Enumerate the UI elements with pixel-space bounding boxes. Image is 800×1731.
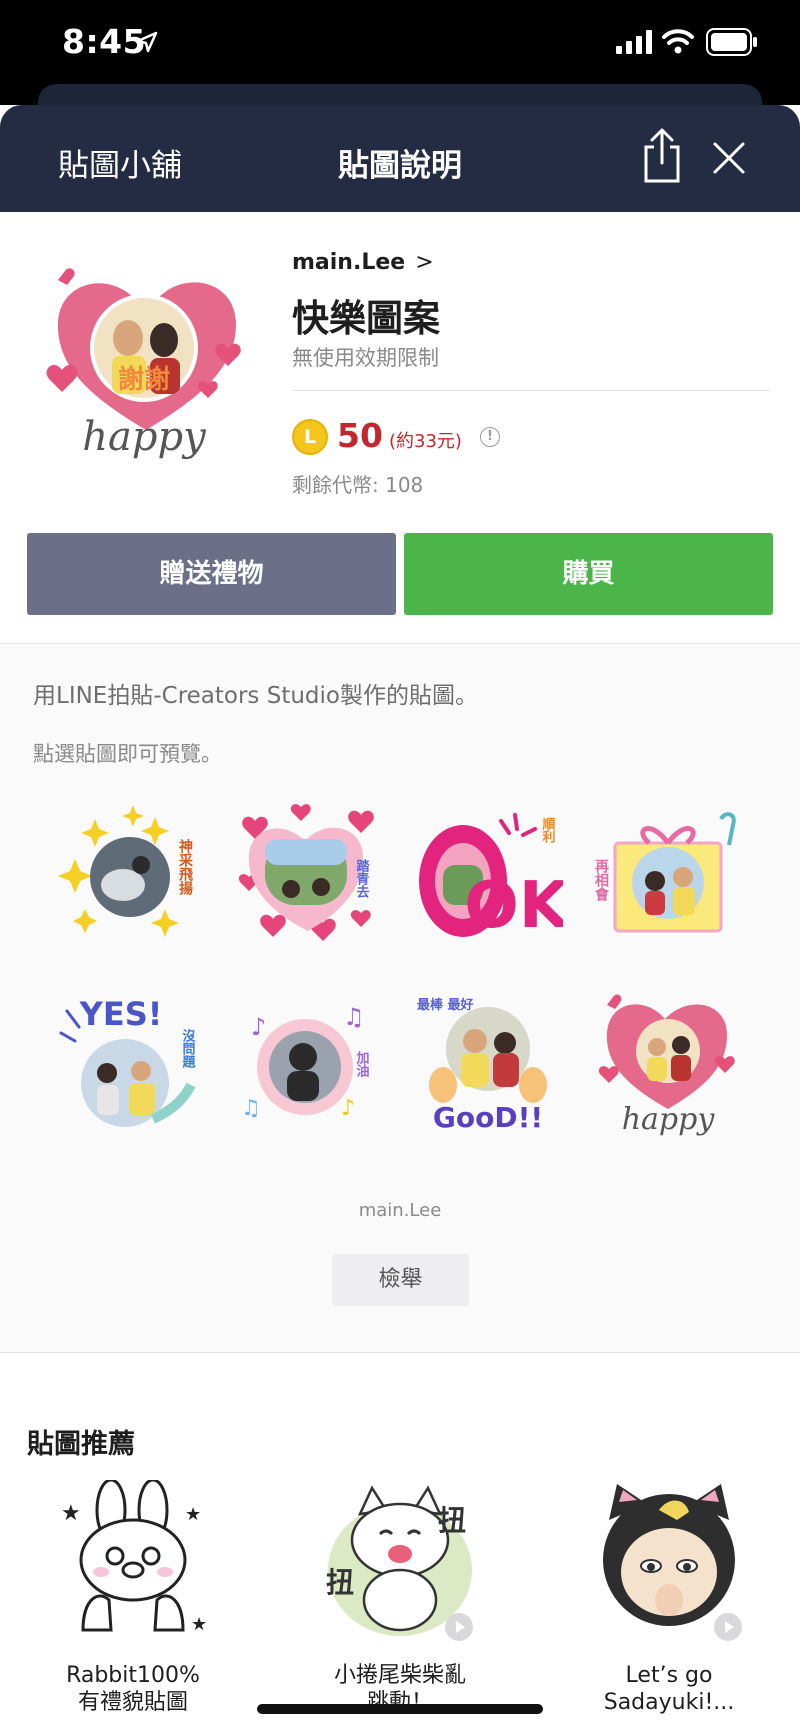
gift-button[interactable]: 贈送禮物 <box>27 533 396 615</box>
svg-text:♪: ♪ <box>251 1013 266 1041</box>
sticker-happy[interactable]: happy <box>593 989 743 1139</box>
svg-text:加油: 加油 <box>354 1051 371 1078</box>
sticker-yes-text: YES! <box>79 995 163 1033</box>
chevron-right-icon: > <box>415 250 434 275</box>
recommended-sticker-name: Let’s go Sadayuki!... <box>603 1663 735 1715</box>
sheet-header: 貼圖小舖 貼圖說明 <box>0 105 800 212</box>
svg-text:扭: 扭 <box>326 1566 354 1599</box>
sticker-ok[interactable]: OK! 順利 <box>413 799 563 949</box>
validity-text: 無使用效期限制 <box>292 346 439 370</box>
svg-text:踏青去: 踏青去 <box>354 858 370 899</box>
report-button[interactable]: 檢舉 <box>332 1254 469 1306</box>
svg-text:♫: ♫ <box>343 1003 365 1031</box>
location-arrow-icon <box>136 31 158 53</box>
coin-balance: 剩餘代幣: 108 <box>292 473 424 497</box>
svg-text:再相會: 再相會 <box>593 859 610 901</box>
preview-hint: 點選貼圖即可預覽。 <box>33 742 222 766</box>
sticker-good[interactable]: GooD!! 最棒 最好 <box>413 989 563 1139</box>
home-indicator <box>257 1704 543 1714</box>
sticker-cheer[interactable]: ♪ ♫ ♪ ♫ 加油 <box>233 989 383 1139</box>
recommendations-title: 貼圖推薦 <box>27 1429 135 1460</box>
author-name: main.Lee <box>292 250 406 275</box>
svg-text:♫: ♫ <box>241 1096 261 1121</box>
price-value: 50 <box>337 416 383 455</box>
sticker-ok-text: OK! <box>464 869 563 943</box>
close-icon[interactable] <box>712 141 746 175</box>
divider <box>292 390 770 391</box>
wifi-icon <box>662 29 694 54</box>
sticker-yes[interactable]: YES! 沒問題 <box>55 989 205 1139</box>
svg-text:happy: happy <box>622 1102 716 1137</box>
cellular-signal-icon <box>616 30 652 54</box>
recommended-sticker-name: Rabbit100% 有禮貌貼圖 <box>66 1663 200 1715</box>
svg-text:★: ★ <box>191 1614 207 1635</box>
copyright-text: main.Lee <box>358 1200 442 1221</box>
sticker-sparkle[interactable]: 神采飛揚 <box>55 799 205 949</box>
line-coin-icon: L <box>292 419 328 455</box>
sticker-pack-thumbnail: 謝謝 happy <box>46 268 241 460</box>
svg-text:神采飛揚: 神采飛揚 <box>177 838 194 896</box>
sticker-good-text: GooD!! <box>433 1101 543 1134</box>
play-badge-icon <box>714 1613 742 1641</box>
description-text: 用LINE拍貼-Creators Studio製作的貼圖。 <box>33 683 478 709</box>
thumbnail-caption: happy <box>82 414 207 460</box>
svg-text:順利: 順利 <box>540 817 556 844</box>
sticker-gift[interactable]: 再相會 <box>593 799 743 949</box>
sticker-hearts-green[interactable]: 踏青去 <box>233 799 383 949</box>
thumbnail-badge-text: 謝謝 <box>118 364 170 395</box>
svg-text:最棒 最好: 最棒 最好 <box>417 997 474 1013</box>
status-time: 8:45 <box>62 22 147 61</box>
pack-title: 快樂圖案 <box>292 297 440 340</box>
share-icon[interactable] <box>640 127 684 185</box>
description-section: 用LINE拍貼-Creators Studio製作的貼圖。 點選貼圖即可預覽。 … <box>0 643 800 1353</box>
play-badge-icon <box>445 1613 473 1641</box>
price-approx: (約33元) <box>389 431 462 452</box>
svg-text:♪: ♪ <box>341 1096 355 1121</box>
info-icon[interactable]: ! <box>480 427 500 447</box>
svg-text:扭: 扭 <box>438 1504 466 1537</box>
svg-text:沒問題: 沒問題 <box>180 1028 196 1069</box>
rabbit-sticker-image: ★ ★ ★ <box>61 1480 207 1635</box>
buy-button[interactable]: 購買 <box>404 533 773 615</box>
svg-text:★: ★ <box>61 1501 81 1526</box>
battery-icon <box>706 28 757 56</box>
author-link[interactable]: main.Lee > <box>292 250 434 275</box>
svg-text:★: ★ <box>185 1504 201 1525</box>
